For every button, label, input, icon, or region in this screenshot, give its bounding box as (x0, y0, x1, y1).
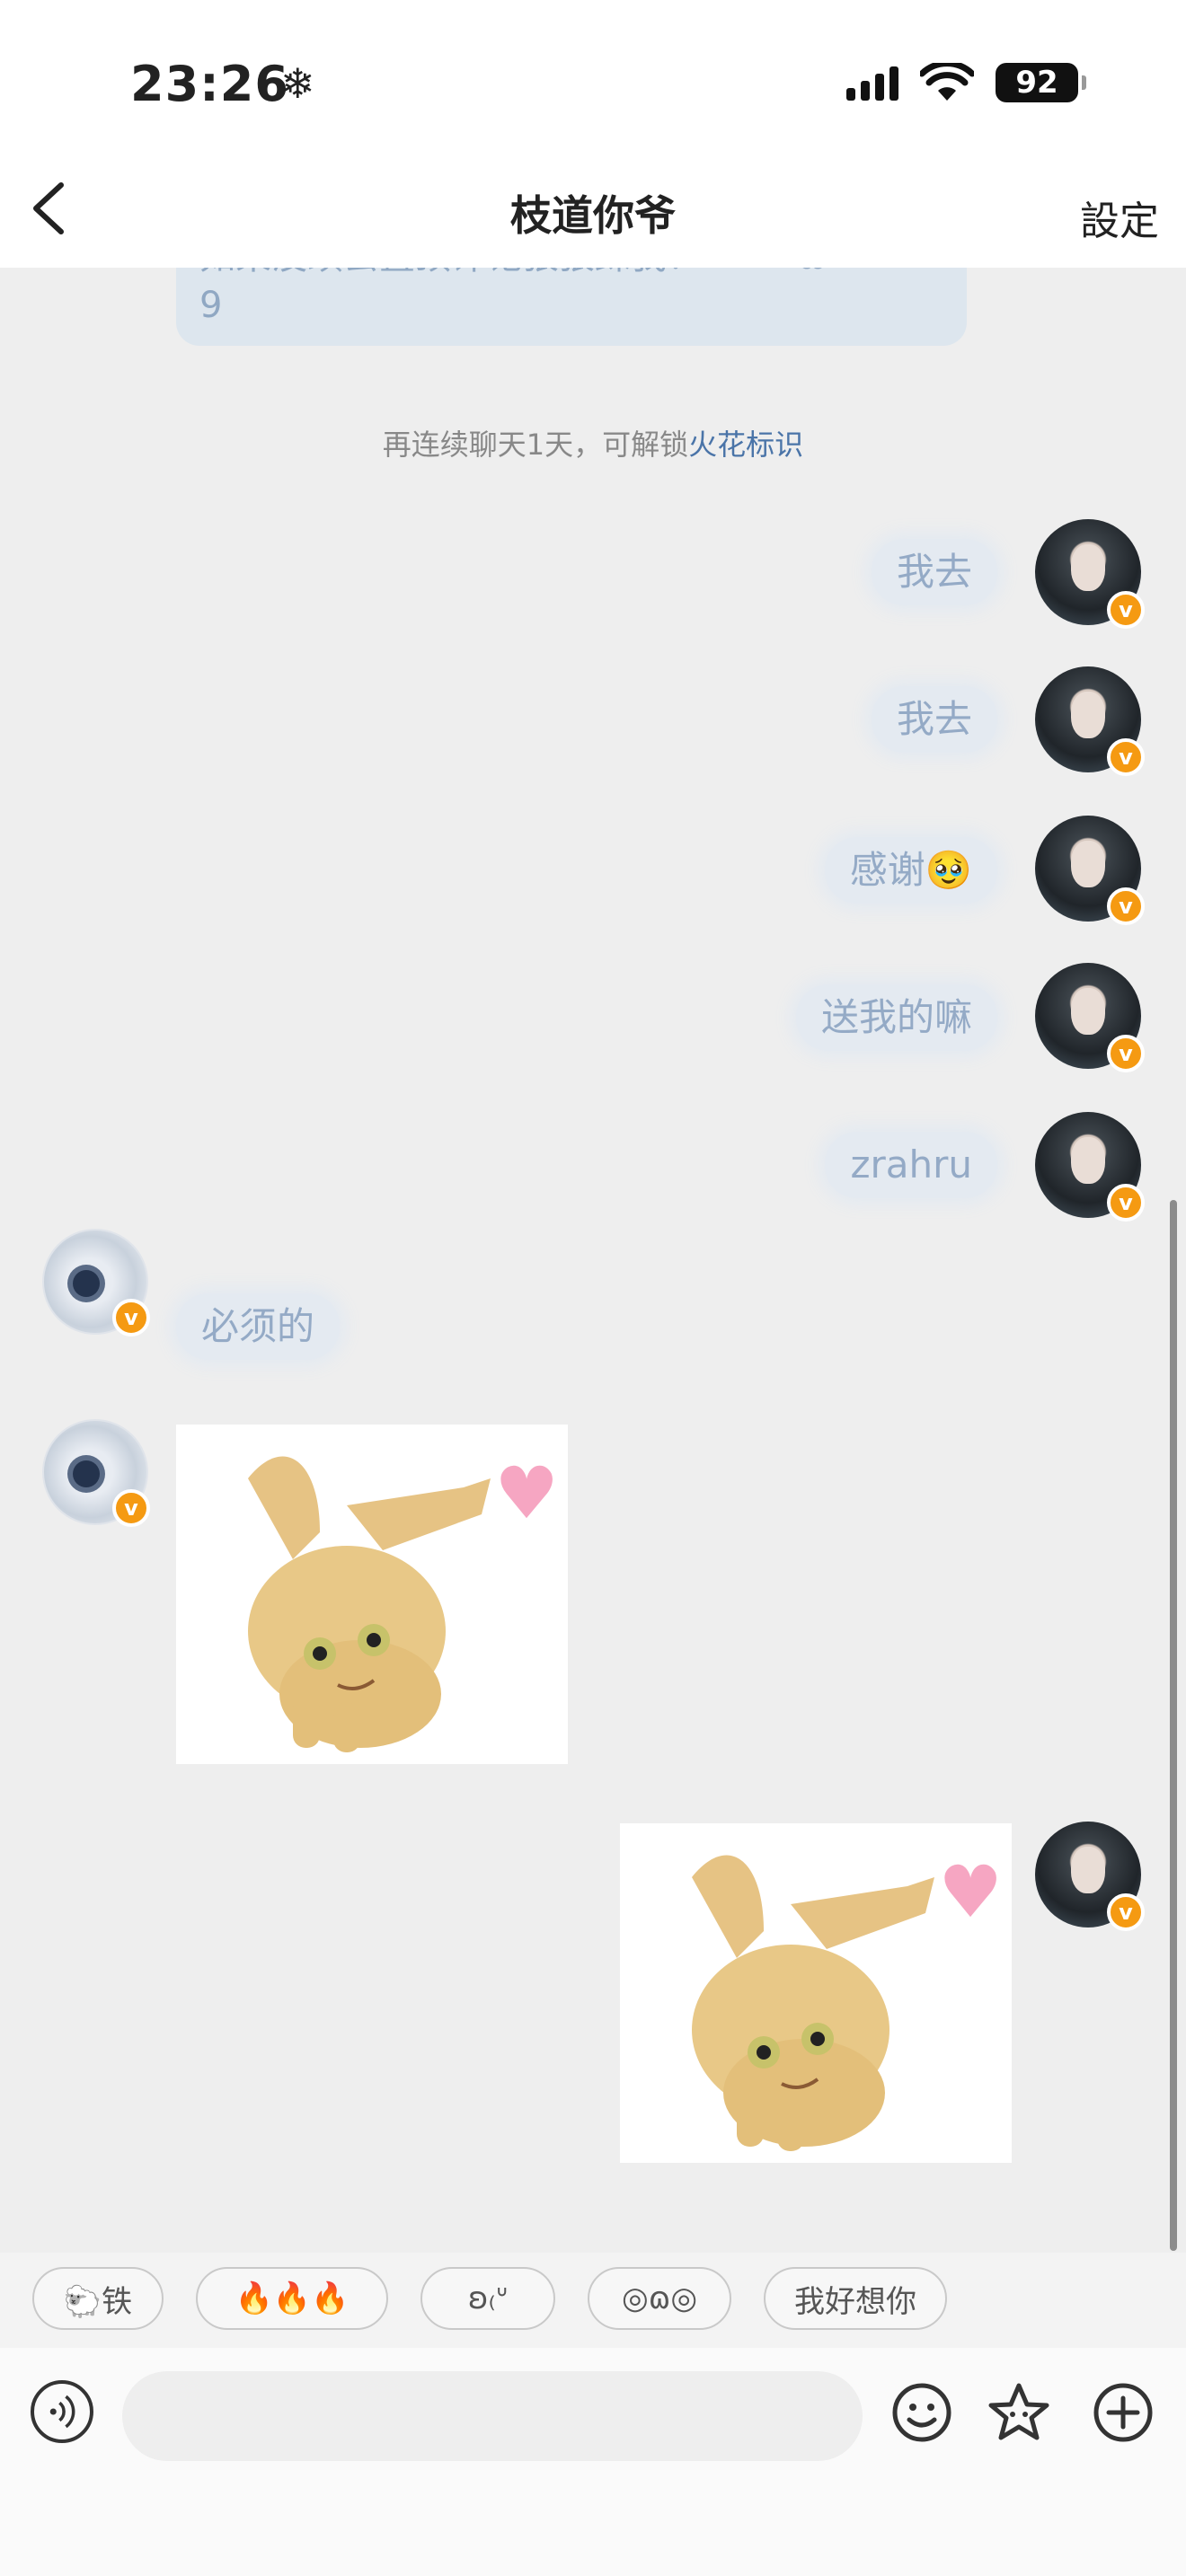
message-bubble-incoming[interactable]: 必须的 (176, 1293, 341, 1360)
quick-reply-chip[interactable]: ◎ɷ◎ (588, 2267, 731, 2330)
verified-badge-icon: v (112, 1489, 150, 1527)
message-bubble-outgoing[interactable]: 送我的嘛 (795, 984, 997, 1051)
avatar-me[interactable]: v (1035, 1112, 1145, 1222)
heart-icon: ♥ (494, 1451, 559, 1535)
verified-badge-icon: v (1107, 1184, 1145, 1222)
battery-indicator: 92 (996, 63, 1086, 102)
avatar-me[interactable]: v (1035, 1822, 1145, 1931)
streak-notice: 再连续聊天1天，可解锁火花标识 (382, 428, 804, 462)
avatar-me[interactable]: v (1035, 666, 1145, 776)
quick-reply-chip[interactable]: 我好想你 (764, 2267, 947, 2330)
quick-reply-chip[interactable]: ʚ₍ᐡ (420, 2267, 555, 2330)
verified-badge-icon: v (112, 1299, 150, 1337)
verified-badge-icon: v (1107, 887, 1145, 925)
message-text: 9 (199, 285, 223, 326)
scrollbar[interactable] (1170, 1200, 1177, 2251)
verified-badge-icon: v (1107, 738, 1145, 776)
message-bubble-outgoing[interactable]: 我去 (871, 686, 997, 753)
top-bar: 23:26 ❄ 92 枝道你爷 設定 (0, 0, 1186, 268)
status-time: 23:26 (130, 56, 289, 112)
message-bubble-outgoing[interactable]: zrahru (825, 1132, 997, 1198)
sticker-icon[interactable] (987, 2380, 1051, 2445)
sticker-message-outgoing[interactable]: ♥ (620, 1823, 1012, 2163)
settings-button[interactable]: 設定 (1080, 189, 1159, 246)
voice-icon[interactable] (31, 2380, 93, 2443)
avatar-me[interactable]: v (1035, 519, 1145, 629)
avatar-friend[interactable]: v (42, 1229, 150, 1337)
sticker-message-incoming[interactable]: ♥ (176, 1425, 568, 1764)
status-indicators: 92 (846, 63, 1086, 102)
avatar-friend[interactable]: v (42, 1419, 150, 1527)
quick-reply-chip[interactable]: 🐑铁 (32, 2267, 164, 2330)
snowflake-icon: ❄ (280, 59, 315, 108)
verified-badge-icon: v (1107, 591, 1145, 629)
verified-badge-icon: v (1107, 1035, 1145, 1072)
spark-badge-link[interactable]: 火花标识 (688, 428, 803, 462)
avatar-me[interactable]: v (1035, 963, 1145, 1072)
avatar-me[interactable]: v (1035, 816, 1145, 925)
quick-reply-chip[interactable]: 🔥🔥🔥 (196, 2267, 388, 2330)
wifi-icon (920, 63, 974, 101)
emoji-icon[interactable] (890, 2380, 954, 2445)
signal-icon (846, 65, 898, 101)
verified-badge-icon: v (1107, 1893, 1145, 1931)
plus-icon[interactable] (1091, 2380, 1155, 2445)
heart-icon: ♥ (938, 1850, 1003, 1934)
page-title: 枝道你爷 (510, 191, 676, 240)
message-input[interactable] (122, 2371, 863, 2461)
message-bubble-outgoing[interactable]: 我去 (871, 539, 997, 605)
message-bubble-outgoing[interactable]: 感谢🥹 (824, 837, 997, 904)
